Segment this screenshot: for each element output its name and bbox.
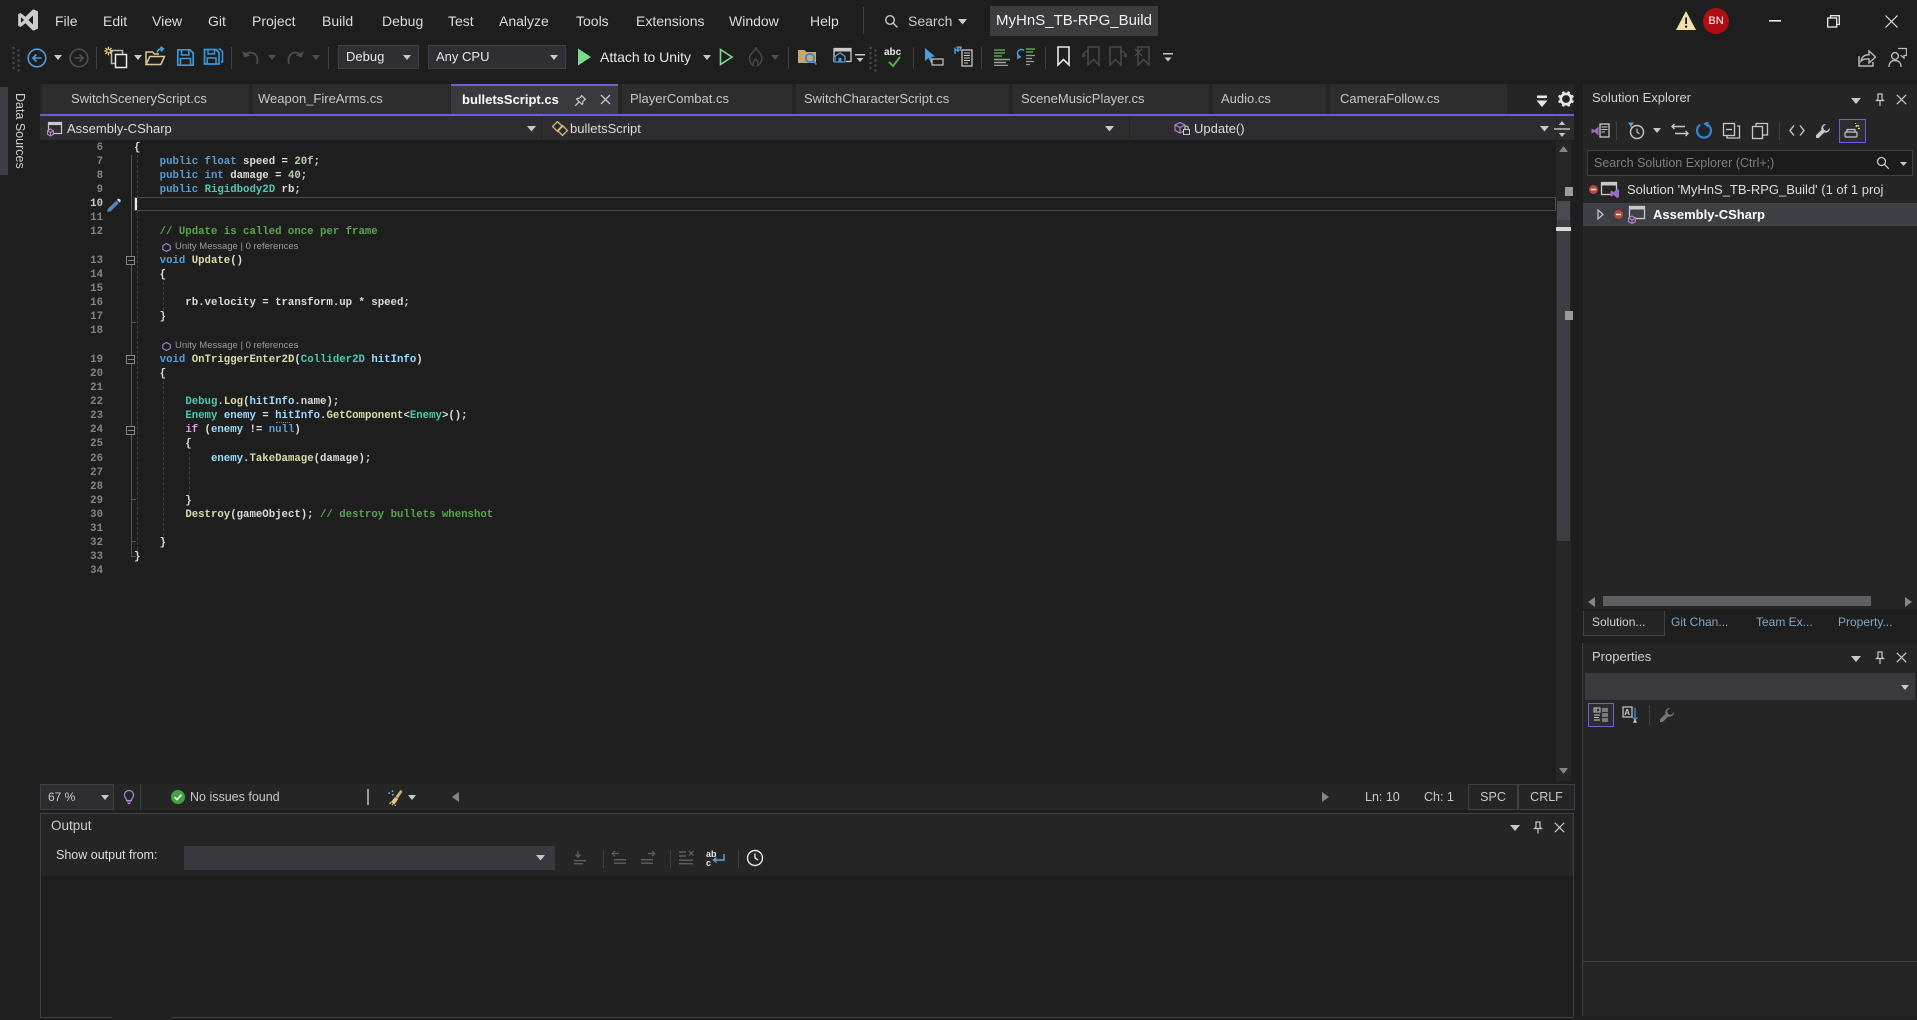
svg-text:A: A [1624,708,1630,717]
svg-text:abc: abc [884,47,902,58]
svg-text:c: c [706,858,711,868]
